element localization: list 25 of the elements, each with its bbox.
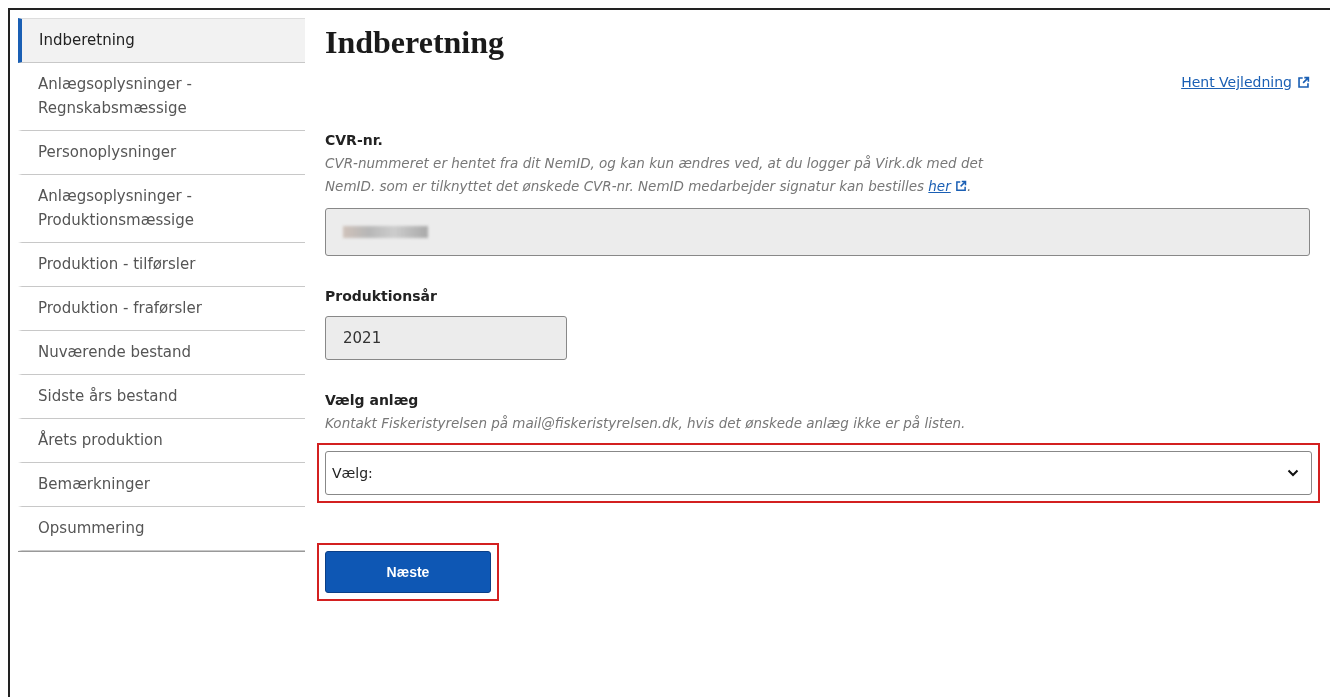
page-title: Indberetning (325, 23, 505, 62)
field-label: Produktionsår (325, 287, 438, 306)
sidebar-item[interactable]: Indberetning (18, 18, 305, 63)
chevron-down-icon (1287, 469, 1299, 477)
external-link-icon (955, 180, 968, 192)
sidebar-item[interactable]: Personoplysninger (18, 131, 305, 175)
year-field: 2021 (325, 316, 567, 360)
sidebar-item[interactable]: Anlægsoplysninger - Regnskabsmæssige (18, 63, 305, 131)
guide-link[interactable]: Hent Vejledning (1181, 74, 1292, 90)
order-link[interactable]: her (928, 178, 951, 194)
sidebar-item[interactable]: Sidste års bestand (18, 375, 305, 419)
sidebar-item[interactable]: Produktion - tilførsler (18, 243, 305, 287)
field-label: CVR-nr. (325, 131, 384, 150)
next-button[interactable]: Næste (325, 551, 491, 593)
facility-select[interactable]: Vælg: (325, 451, 1312, 495)
sidebar-item[interactable]: Nuværende bestand (18, 331, 305, 375)
field-hint: Kontakt Fiskeristyrelsen på mail@fiskeristyrelsen.dk, hvis det ønskede anlæg ikke er på listen. (325, 414, 967, 433)
field-hint: CVR-nummeret er hentet fra dit NemID, og kan kun ændres ved, at du logger på Virk.dk med det NemID. som er tilknyttet det ønskede CVR-nr. NemID medarbejder signatur kan bestilles her . (325, 154, 985, 196)
sidebar-item[interactable]: Produktion - fraførsler (18, 287, 305, 331)
field-label: Vælg anlæg (325, 391, 420, 410)
sidebar-item[interactable]: Anlægsoplysninger - Produktionsmæssige (18, 175, 305, 243)
external-link-icon (1297, 75, 1310, 89)
sidebar-item[interactable]: Årets produktion (18, 419, 305, 463)
sidebar-item[interactable]: Opsummering (18, 507, 305, 551)
sidebar-item[interactable]: Bemærkninger (18, 463, 305, 507)
